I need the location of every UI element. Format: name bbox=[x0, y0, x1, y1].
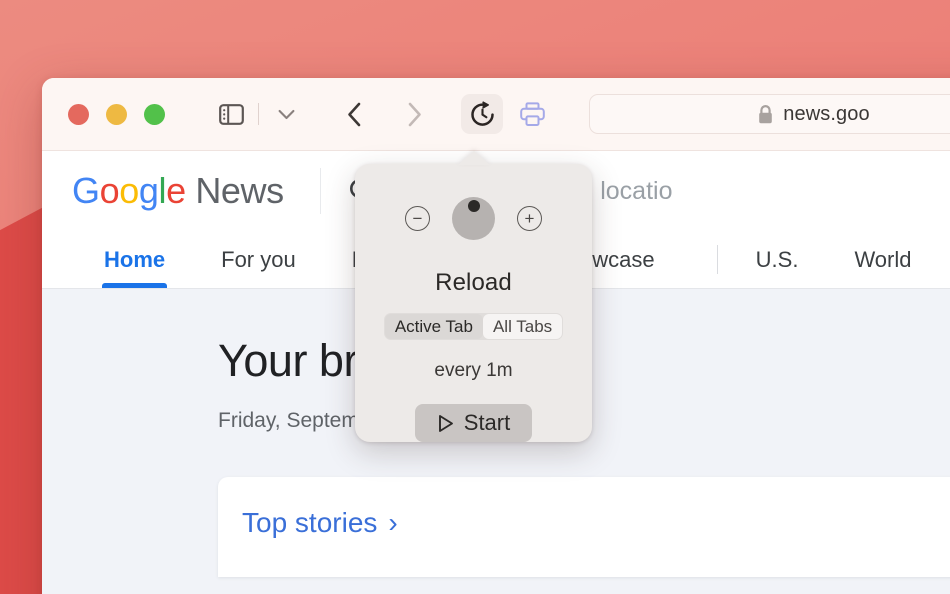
tab-us[interactable]: U.S. bbox=[756, 231, 799, 288]
top-stories-label: Top stories bbox=[242, 507, 378, 538]
tab-for-you-label: For you bbox=[221, 246, 296, 272]
increase-interval-button[interactable]: + bbox=[517, 206, 542, 231]
logo-letter-g2: g bbox=[138, 170, 159, 211]
print-icon bbox=[519, 101, 545, 126]
play-icon bbox=[438, 414, 453, 432]
scope-segmented-control: Active Tab All Tabs bbox=[383, 313, 564, 340]
segment-active-tab[interactable]: Active Tab bbox=[384, 314, 483, 339]
tab-world-label: World bbox=[854, 246, 912, 272]
segment-active-tab-label: Active Tab bbox=[394, 316, 473, 336]
sidebar-toggle-button[interactable] bbox=[210, 94, 252, 134]
navigation-controls bbox=[333, 94, 435, 134]
decrease-interval-button[interactable]: − bbox=[405, 206, 430, 231]
toolbar-divider bbox=[258, 103, 259, 125]
print-button[interactable] bbox=[511, 94, 553, 134]
chevron-down-icon bbox=[278, 109, 294, 119]
chevron-right-icon: › bbox=[388, 507, 398, 538]
google-news-logo[interactable]: Google News bbox=[72, 170, 284, 212]
interval-dial[interactable] bbox=[452, 197, 495, 240]
close-window-button[interactable] bbox=[68, 103, 89, 125]
address-url-text: news.goo bbox=[783, 102, 870, 125]
interval-label: every 1m bbox=[434, 360, 513, 381]
minus-icon: − bbox=[412, 209, 423, 228]
segment-all-tabs[interactable]: All Tabs bbox=[482, 314, 563, 339]
auto-reload-button[interactable] bbox=[461, 94, 503, 134]
logo-letter-l: l bbox=[158, 170, 167, 211]
auto-reload-popover: − + Reload Active Tab All Tabs every 1m … bbox=[355, 151, 592, 442]
tab-us-label: U.S. bbox=[755, 246, 799, 272]
tab-world[interactable]: World bbox=[854, 231, 911, 288]
logo-letter-e: e bbox=[166, 170, 186, 211]
logo-word-news bbox=[186, 170, 196, 211]
back-button[interactable] bbox=[333, 94, 375, 134]
sidebar-controls bbox=[210, 94, 307, 134]
maximize-window-button[interactable] bbox=[144, 103, 165, 125]
top-stories-link[interactable]: Top stories › bbox=[242, 507, 398, 539]
extension-buttons bbox=[461, 94, 553, 134]
top-stories-card: Top stories › bbox=[218, 477, 950, 577]
logo-news-text: News bbox=[195, 170, 284, 211]
nav-separator bbox=[716, 245, 718, 274]
popover-arrow bbox=[457, 151, 490, 165]
plus-icon: + bbox=[524, 209, 535, 228]
popover-title: Reload bbox=[435, 269, 512, 296]
minimize-window-button[interactable] bbox=[106, 103, 127, 125]
search-divider bbox=[319, 168, 321, 214]
logo-letter-o1: o bbox=[99, 170, 120, 211]
segment-all-tabs-label: All Tabs bbox=[492, 316, 553, 336]
tab-showcase[interactable]: wcase bbox=[592, 231, 654, 288]
auto-reload-icon bbox=[470, 100, 494, 126]
back-icon bbox=[347, 102, 360, 126]
window-controls bbox=[68, 103, 165, 125]
address-bar[interactable]: news.goo bbox=[589, 94, 950, 134]
tab-home[interactable]: Home bbox=[101, 231, 168, 288]
logo-letter-g: G bbox=[72, 170, 100, 211]
logo-letter-o2: o bbox=[119, 170, 139, 211]
lock-icon bbox=[759, 104, 773, 123]
browser-toolbar: news.goo bbox=[42, 78, 950, 151]
forward-button[interactable] bbox=[393, 94, 435, 134]
interval-dial-row: − + bbox=[405, 197, 542, 240]
tab-for-you[interactable]: For you bbox=[221, 231, 296, 288]
tab-home-label: Home bbox=[104, 246, 166, 272]
address-bar-content: news.goo bbox=[757, 102, 870, 126]
dial-indicator-dot bbox=[467, 200, 480, 212]
sidebar-icon bbox=[218, 103, 244, 125]
start-button[interactable]: Start bbox=[414, 404, 533, 442]
tab-showcase-label: wcase bbox=[592, 246, 655, 272]
sidebar-menu-button[interactable] bbox=[265, 94, 307, 134]
forward-icon bbox=[408, 102, 421, 126]
start-button-label: Start bbox=[463, 410, 511, 435]
